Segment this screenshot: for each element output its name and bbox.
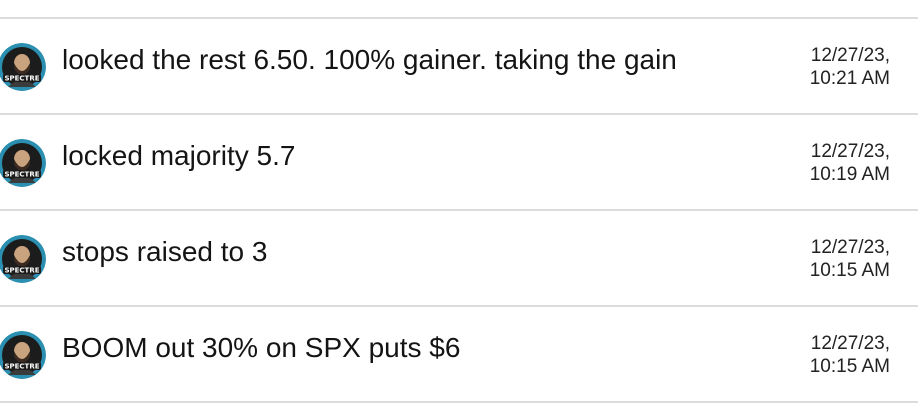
- message-timestamp: 12/27/23, 10:19 AM: [810, 140, 890, 186]
- timestamp-time: 10:19 AM: [809, 164, 890, 185]
- message-timestamp: 12/27/23, 10:15 AM: [810, 236, 890, 282]
- message-text: BOOM out 30% on SPX puts $6: [62, 332, 461, 363]
- timestamp-date: 12/27/23,: [810, 237, 890, 258]
- timestamp-time: 10:21 AM: [809, 68, 890, 89]
- spectre-avatar-icon[interactable]: SPECTRE: [0, 43, 46, 91]
- message-timestamp: 12/27/23, 10:15 AM: [810, 332, 890, 378]
- timestamp-date: 12/27/23,: [810, 141, 890, 162]
- timestamp-date: 12/27/23,: [810, 45, 890, 66]
- message-row[interactable]: SPECTRE looked the rest 6.50. 100% gaine…: [0, 19, 918, 115]
- timestamp-time: 10:15 AM: [809, 356, 890, 377]
- timestamp-time: 10:15 AM: [809, 260, 890, 281]
- avatar-label: SPECTRE: [4, 267, 39, 275]
- avatar-label: SPECTRE: [4, 363, 39, 371]
- message-row[interactable]: SPECTRE BOOM out 30% on SPX puts $6 12/2…: [0, 307, 918, 403]
- message-row[interactable]: SPECTRE locked majority 5.7 12/27/23, 10…: [0, 115, 918, 211]
- message-row[interactable]: SPECTRE stops raised to 3 12/27/23, 10:1…: [0, 211, 918, 307]
- avatar-label: SPECTRE: [4, 75, 39, 83]
- message-text: stops raised to 3: [62, 236, 268, 267]
- spectre-avatar-icon[interactable]: SPECTRE: [0, 235, 46, 283]
- timestamp-date: 12/27/23,: [810, 333, 890, 354]
- message-text: looked the rest 6.50. 100% gainer. takin…: [62, 44, 677, 75]
- message-feed: SPECTRE looked the rest 6.50. 100% gaine…: [0, 0, 918, 403]
- spectre-avatar-icon[interactable]: SPECTRE: [0, 139, 46, 187]
- avatar-label: SPECTRE: [4, 171, 39, 179]
- spectre-avatar-icon[interactable]: SPECTRE: [0, 331, 46, 379]
- message-timestamp: 12/27/23, 10:21 AM: [810, 44, 890, 90]
- message-text: locked majority 5.7: [62, 140, 296, 171]
